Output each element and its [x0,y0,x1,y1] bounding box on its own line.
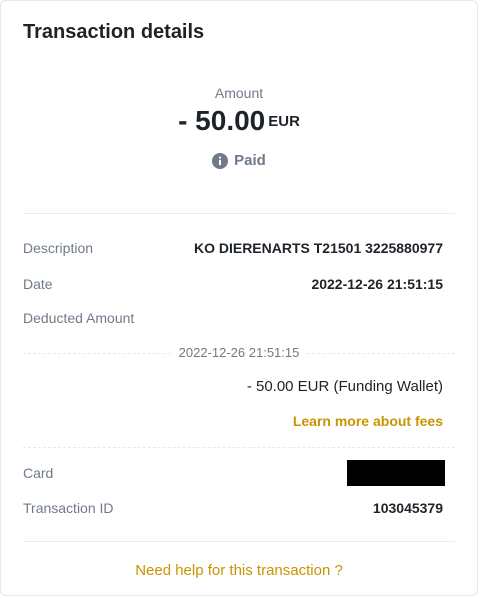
description-label: Description [23,240,94,256]
date-value: 2022-12-26 21:51:15 [311,276,443,292]
transaction-id-label: Transaction ID [23,500,114,516]
deducted-amount-value: - 50.00 EUR (Funding Wallet) [246,378,443,395]
amount-value: - 50.00 [178,105,266,136]
divider [23,213,455,214]
transaction-id-value: 103045379 [372,500,443,516]
amount-currency: EUR [268,112,300,130]
deducted-amount-label: Deducted Amount [23,310,135,326]
transaction-details-panel: Transaction details Amount - 50.00 EUR Pa… [0,0,478,596]
page-title: Transaction details [23,21,205,43]
deducted-date-text: 2022-12-26 21:51:15 [170,345,308,360]
learn-more-fees-link[interactable]: Learn more about fees [293,413,443,429]
amount-display: - 50.00 EUR [1,105,477,137]
card-label: Card [23,465,54,481]
status-text: Paid [234,152,266,170]
date-label: Date [23,276,53,292]
amount-label: Amount [214,85,264,101]
divider [23,541,455,542]
status-badge: Paid [1,152,477,170]
description-value: KO DIERENARTS T21501 3225880977 [193,240,443,256]
dashed-divider [23,447,455,448]
deducted-date: 2022-12-26 21:51:15 [1,345,477,360]
info-icon [212,152,229,169]
card-number-redacted [347,460,445,486]
help-link[interactable]: Need help for this transaction ? [1,562,477,579]
